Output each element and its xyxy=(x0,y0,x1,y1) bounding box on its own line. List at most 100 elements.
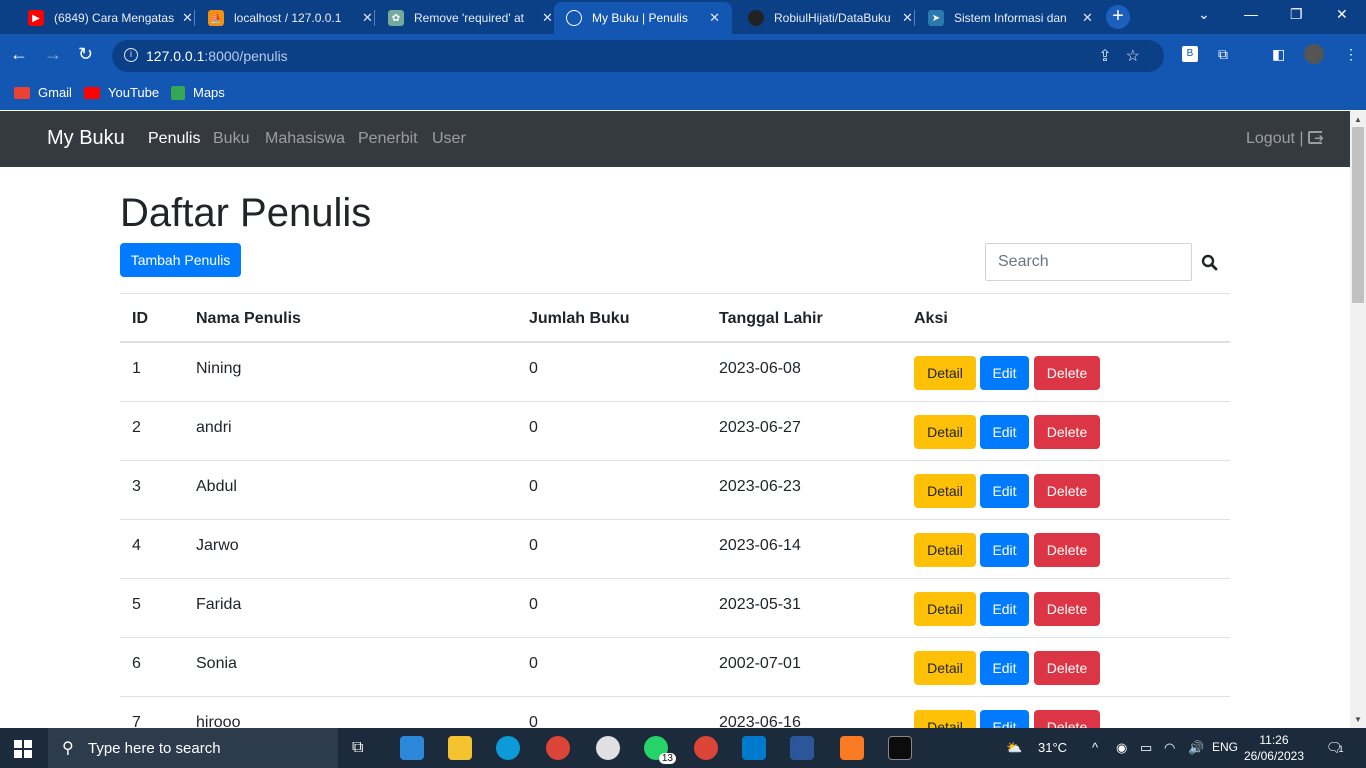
edit-button[interactable]: Edit xyxy=(980,592,1029,626)
delete-button[interactable]: Delete xyxy=(1034,533,1100,567)
detail-button[interactable]: Detail xyxy=(914,533,976,567)
edit-button[interactable]: Edit xyxy=(980,651,1029,685)
delete-button[interactable]: Delete xyxy=(1034,356,1100,390)
edit-button[interactable]: Edit xyxy=(980,415,1029,449)
weather-temp[interactable]: 31°C xyxy=(1038,740,1067,755)
cell-jumlah-buku: 0 xyxy=(529,419,538,436)
url-text[interactable]: 127.0.0.1:8000/penulis xyxy=(146,48,288,64)
weather-icon[interactable]: ⛅ xyxy=(1006,740,1022,756)
page-scrollbar[interactable]: ▲ ▼ xyxy=(1350,111,1366,728)
mail-icon[interactable] xyxy=(400,736,424,760)
wifi-icon[interactable]: ◠ xyxy=(1164,740,1175,756)
search-icon[interactable] xyxy=(1196,251,1224,275)
edge-icon[interactable] xyxy=(496,736,520,760)
chrome-icon[interactable] xyxy=(546,736,570,760)
brand[interactable]: My Buku xyxy=(47,127,125,150)
nav-mahasiswa[interactable]: Mahasiswa xyxy=(265,130,345,148)
avatar[interactable] xyxy=(1304,44,1324,64)
add-penulis-button[interactable]: Tambah Penulis xyxy=(120,243,241,277)
logout-link[interactable]: Logout | ➜ xyxy=(1246,130,1324,148)
edit-button[interactable]: Edit xyxy=(980,474,1029,508)
detail-button[interactable]: Detail xyxy=(914,415,976,449)
cell-jumlah-buku: 0 xyxy=(529,714,538,728)
language-indicator[interactable]: ENG xyxy=(1212,740,1238,754)
restore-icon[interactable]: ❐ xyxy=(1290,6,1303,23)
tray-meet-icon[interactable]: ◉ xyxy=(1116,740,1127,756)
close-icon[interactable]: ✕ xyxy=(182,10,193,26)
tab-sistem-informasi[interactable]: ➤ Sistem Informasi dan ✕ xyxy=(916,2,1105,34)
minimize-icon[interactable]: — xyxy=(1244,6,1258,22)
scroll-thumb[interactable] xyxy=(1352,127,1364,303)
bookmark-star-icon[interactable]: ☆ xyxy=(1126,48,1154,65)
chrome-active-icon[interactable] xyxy=(694,736,718,760)
bookmark-youtube[interactable]: YouTube xyxy=(84,85,159,100)
close-window-icon[interactable]: ✕ xyxy=(1336,6,1348,23)
scroll-down-icon[interactable]: ▼ xyxy=(1354,715,1362,724)
back-icon[interactable]: ← xyxy=(10,44,28,65)
menu-icon[interactable]: ⋮ xyxy=(1344,46,1358,63)
delete-button[interactable]: Delete xyxy=(1034,474,1100,508)
close-icon[interactable]: ✕ xyxy=(1082,10,1093,26)
delete-button[interactable]: Delete xyxy=(1034,415,1100,449)
search-icon: ⚲ xyxy=(62,740,74,757)
delete-button[interactable]: Delete xyxy=(1034,592,1100,626)
address-bar[interactable]: i 127.0.0.1:8000/penulis ⇪☆ xyxy=(112,40,1164,72)
edit-button[interactable]: Edit xyxy=(980,356,1029,390)
taskbar-search[interactable]: ⚲ Type here to search xyxy=(48,728,338,768)
tab-title: Remove 'required' at xyxy=(414,11,524,25)
delete-button[interactable]: Delete xyxy=(1034,651,1100,685)
extension-b-icon[interactable]: B xyxy=(1182,46,1198,62)
tab-title: My Buku | Penulis xyxy=(592,11,688,25)
tab-phpmyadmin[interactable]: ⛵ localhost / 127.0.0.1 ✕ xyxy=(196,2,385,34)
tray-chevron-icon[interactable]: ^ xyxy=(1092,740,1098,755)
nav-user[interactable]: User xyxy=(432,130,466,148)
edit-button[interactable]: Edit xyxy=(980,533,1029,567)
share-icon[interactable]: ⇪ xyxy=(1098,48,1125,65)
terminal-icon[interactable] xyxy=(888,736,912,760)
cell-nama: Sonia xyxy=(196,655,237,672)
volume-icon[interactable]: 🔊 xyxy=(1188,740,1204,756)
close-icon[interactable]: ✕ xyxy=(709,10,720,26)
forward-icon[interactable]: → xyxy=(44,44,62,65)
side-panel-icon[interactable]: ◧ xyxy=(1272,46,1285,63)
xampp-icon[interactable] xyxy=(840,736,864,760)
search-input[interactable]: Search xyxy=(985,243,1192,281)
tab-github[interactable]: RobiulHijati/DataBuku ✕ xyxy=(736,2,925,34)
reload-icon[interactable]: ↻ xyxy=(78,44,93,65)
app-icon[interactable] xyxy=(596,736,620,760)
bookmark-maps[interactable]: Maps xyxy=(171,85,225,100)
tab-youtube[interactable]: ▶ (6849) Cara Mengatasi ✕ xyxy=(16,2,205,34)
nav-penerbit[interactable]: Penerbit xyxy=(358,130,418,148)
close-icon[interactable]: ✕ xyxy=(362,10,373,26)
clock[interactable]: 11:26 26/06/2023 xyxy=(1244,732,1304,764)
detail-button[interactable]: Detail xyxy=(914,356,976,390)
vscode-icon[interactable] xyxy=(742,736,766,760)
file-explorer-icon[interactable] xyxy=(448,736,472,760)
battery-icon[interactable]: ▭ xyxy=(1140,740,1152,756)
tab-title: localhost / 127.0.0.1 xyxy=(234,11,342,25)
site-info-icon[interactable]: i xyxy=(124,48,138,62)
app-navbar: My Buku Penulis Buku Mahasiswa Penerbit … xyxy=(0,111,1350,167)
tab-my-buku[interactable]: My Buku | Penulis ✕ xyxy=(554,2,732,34)
windows-start-icon[interactable] xyxy=(14,740,32,758)
task-view-icon[interactable]: ⧉ xyxy=(352,736,376,760)
detail-button[interactable]: Detail xyxy=(914,474,976,508)
close-icon[interactable]: ✕ xyxy=(542,10,553,26)
nav-penulis[interactable]: Penulis xyxy=(148,130,200,148)
whatsapp-icon[interactable]: 13 xyxy=(644,736,676,764)
bookmark-gmail[interactable]: Gmail xyxy=(14,85,72,100)
tab-chatgpt[interactable]: ✿ Remove 'required' at ✕ xyxy=(376,2,565,34)
detail-button[interactable]: Detail xyxy=(914,651,976,685)
notification-icon[interactable]: 🗨1 xyxy=(1326,740,1344,756)
scroll-up-icon[interactable]: ▲ xyxy=(1354,115,1362,124)
new-tab-button[interactable]: + xyxy=(1106,5,1130,29)
nav-buku[interactable]: Buku xyxy=(213,130,249,148)
tab-search-icon[interactable]: ⌄ xyxy=(1198,6,1210,23)
extensions-icon[interactable]: ⧉ xyxy=(1218,46,1228,63)
word-icon[interactable] xyxy=(790,736,814,760)
detail-button[interactable]: Detail xyxy=(914,592,976,626)
detail-button[interactable]: Detail xyxy=(914,710,976,728)
close-icon[interactable]: ✕ xyxy=(902,10,913,26)
delete-button[interactable]: Delete xyxy=(1034,710,1100,728)
edit-button[interactable]: Edit xyxy=(980,710,1029,728)
